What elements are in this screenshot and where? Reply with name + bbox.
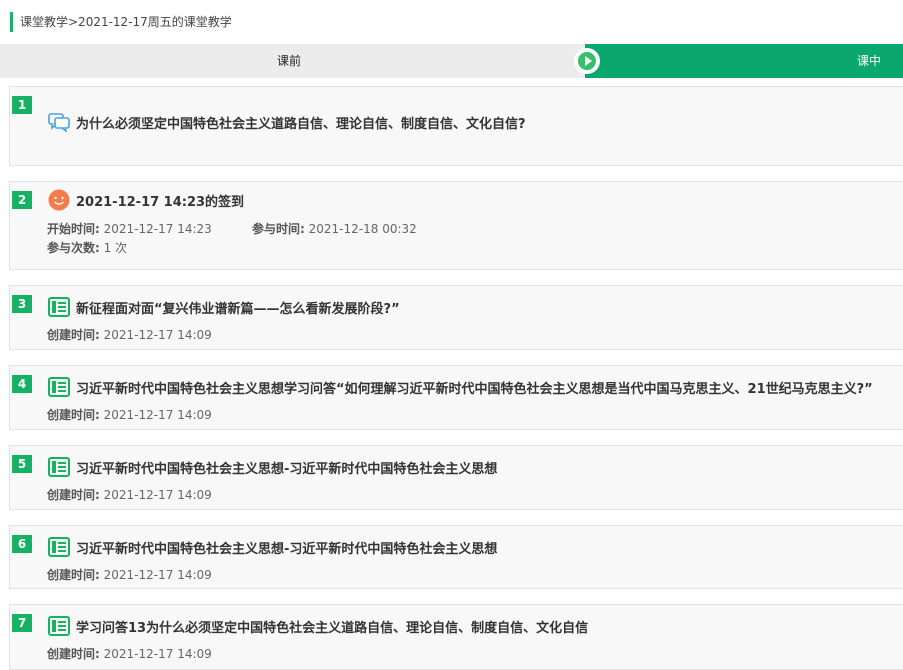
tab-in-class-label: 课中 [857, 54, 882, 68]
checkin-smiley-icon [48, 189, 70, 211]
created-time: 创建时间: 2021-12-17 14:09 [47, 328, 212, 342]
created-time: 创建时间: 2021-12-17 14:09 [47, 647, 212, 661]
activity-card-7[interactable]: 7 学习问答13为什么必须坚定中国特色社会主义道路自信、理论自信、制度自信、文化… [9, 604, 903, 670]
card-number: 3 [12, 295, 32, 313]
created-time: 创建时间: 2021-12-17 14:09 [47, 488, 212, 502]
card-number: 6 [12, 535, 32, 553]
card-title[interactable]: 新征程面对面“复兴伟业谱新篇——怎么看新发展阶段?” [76, 298, 400, 317]
card-title[interactable]: 2021-12-17 14:23的签到 [76, 191, 244, 210]
card-number: 2 [12, 191, 32, 209]
book-icon [48, 457, 70, 477]
card-title[interactable]: 学习问答13为什么必须坚定中国特色社会主义道路自信、理论自信、制度自信、文化自信 [76, 617, 588, 636]
tab-in-class[interactable]: 课中 [585, 44, 903, 78]
tab-before-class-label: 课前 [277, 54, 302, 68]
join-time: 参与时间: 2021-12-18 00:32 [252, 222, 417, 236]
card-title[interactable]: 习近平新时代中国特色社会主义思想-习近平新时代中国特色社会主义思想 [76, 458, 497, 477]
activity-card-2[interactable]: 2 2021-12-17 14:23的签到 开始时间: 2021-12-17 1… [9, 181, 903, 270]
card-number: 7 [12, 614, 32, 632]
card-title[interactable]: 为什么必须坚定中国特色社会主义道路自信、理论自信、制度自信、文化自信? [76, 113, 526, 132]
discussion-icon [48, 113, 70, 132]
activity-card-5[interactable]: 5 习近平新时代中国特色社会主义思想-习近平新时代中国特色社会主义思想 创建时间… [9, 445, 903, 510]
card-title[interactable]: 习近平新时代中国特色社会主义思想学习问答“如何理解习近平新时代中国特色社会主义思… [76, 378, 873, 397]
tab-before-class[interactable]: 课前 [0, 44, 585, 78]
play-icon[interactable] [574, 48, 600, 74]
book-icon [48, 616, 70, 636]
card-number: 1 [12, 96, 32, 114]
stage-bar: 课前 课中 [0, 44, 903, 78]
activity-card-1[interactable]: 1 为什么必须坚定中国特色社会主义道路自信、理论自信、制度自信、文化自信? [9, 86, 903, 166]
card-number: 4 [12, 375, 32, 393]
book-icon [48, 297, 70, 317]
start-time: 开始时间: 2021-12-17 14:23 [47, 222, 212, 236]
card-number: 5 [12, 455, 32, 473]
activity-card-4[interactable]: 4 习近平新时代中国特色社会主义思想学习问答“如何理解习近平新时代中国特色社会主… [9, 365, 903, 430]
breadcrumb: 课堂教学>2021-12-17周五的课堂教学 [10, 12, 232, 32]
book-icon [48, 537, 70, 557]
created-time: 创建时间: 2021-12-17 14:09 [47, 568, 212, 582]
created-time: 创建时间: 2021-12-17 14:09 [47, 408, 212, 422]
card-title[interactable]: 习近平新时代中国特色社会主义思想-习近平新时代中国特色社会主义思想 [76, 538, 497, 557]
join-count: 参与次数: 1 次 [47, 241, 128, 255]
activity-card-3[interactable]: 3 新征程面对面“复兴伟业谱新篇——怎么看新发展阶段?” 创建时间: 2021-… [9, 285, 903, 350]
book-icon [48, 377, 70, 397]
activity-card-6[interactable]: 6 习近平新时代中国特色社会主义思想-习近平新时代中国特色社会主义思想 创建时间… [9, 525, 903, 589]
